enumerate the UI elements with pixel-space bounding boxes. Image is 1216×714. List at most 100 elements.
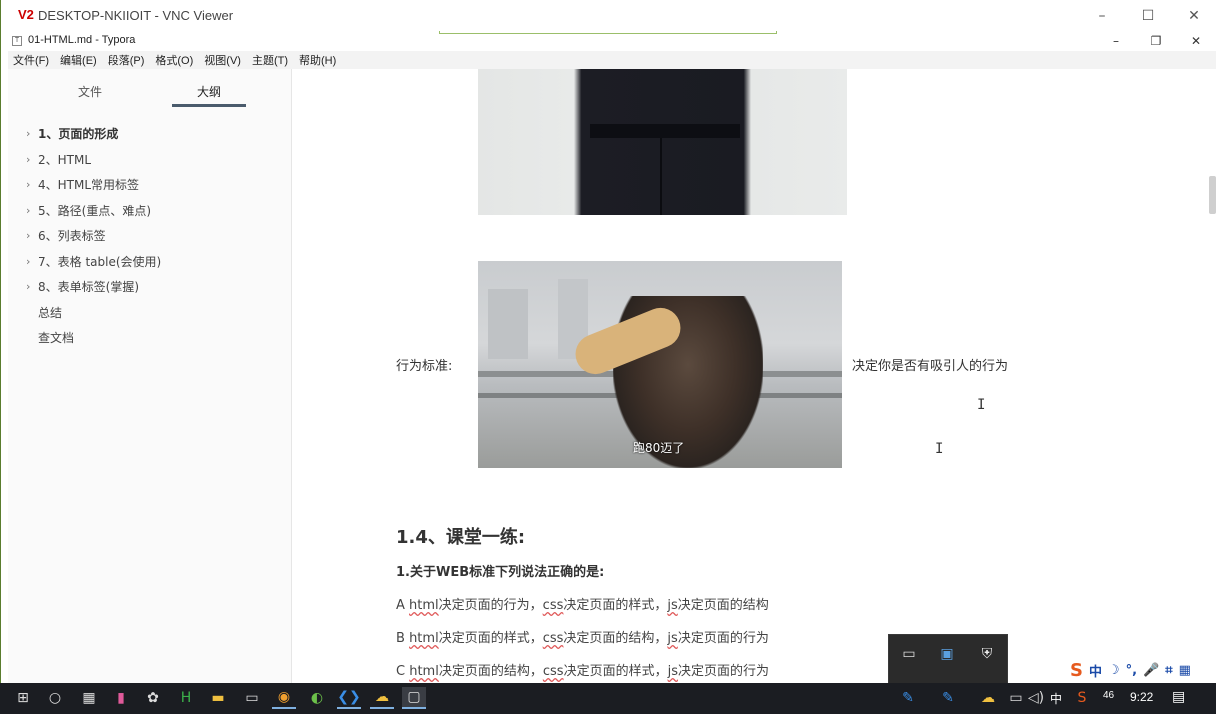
file-explorer-icon[interactable]: ▬	[206, 687, 230, 709]
tray-pen-icon[interactable]: ✎	[936, 687, 960, 709]
chevron-right-icon[interactable]: ›	[26, 127, 30, 140]
option-text: 决定页面的行为，	[438, 598, 543, 613]
cortana-search-icon[interactable]: ○	[43, 687, 67, 709]
option-prefix: A	[396, 598, 410, 613]
vnc-window-title: DESKTOP-NKIIOIT - VNC Viewer	[38, 8, 234, 23]
typora-close-button[interactable]: ✕	[1176, 31, 1216, 51]
typora-window-title: 01-HTML.md - Typora	[28, 34, 136, 46]
quiz-option-b: B html决定页面的样式，css决定页面的结构，js决定页面的行为	[396, 627, 769, 646]
menu-edit[interactable]: 编辑(E)	[60, 52, 97, 68]
tray-weather-icon[interactable]: ☁	[976, 687, 1000, 709]
chevron-right-icon[interactable]: ›	[26, 153, 30, 166]
taskbar: ⊞ ○ ▦ ▮ ✿ H ▬ ▭ ◉ ◐ ❮❯ ☁ ▢ ✎ ✎ ☁ ▭ ◁) 中 …	[0, 683, 1216, 714]
typora-titlebar[interactable]: T 01-HTML.md - Typora – ❐ ✕	[8, 31, 1216, 51]
punctuation-icon[interactable]: °,	[1126, 663, 1137, 678]
outline-item[interactable]: › 1、页面的形成	[8, 121, 292, 147]
tab-files[interactable]: 文件	[78, 83, 102, 100]
option-text: 决定页面的样式，	[438, 631, 543, 646]
scrollbar-thumb[interactable]	[1209, 176, 1216, 214]
paint-icon[interactable]: ✿	[141, 687, 165, 709]
section-heading: 1.4、课堂一练:	[396, 527, 526, 548]
behavior-row: 行为标准: 跑80迈了 决定你是否有吸引人的行为	[293, 261, 1204, 468]
vnc-logo-icon: V2	[18, 7, 34, 22]
input-language-indicator[interactable]: 中	[1050, 690, 1062, 707]
option-text: 决定页面的样式，	[563, 598, 668, 613]
tab-outline[interactable]: 大纲	[197, 83, 221, 100]
quiz-question: 1.关于WEB标准下列说法正确的是:	[396, 565, 605, 580]
vnc-maximize-button[interactable]: ☐	[1125, 0, 1171, 31]
clock[interactable]: 9:22	[1130, 690, 1153, 704]
trouser-seam-shape	[660, 138, 662, 215]
option-text: 决定页面的结构，	[563, 631, 668, 646]
color-app-icon[interactable]: ▮	[109, 687, 133, 709]
outline-item[interactable]: › 4、HTML常用标签	[8, 172, 292, 198]
suit-photo-image	[478, 69, 847, 215]
tray-badge-count[interactable]: 46	[1103, 690, 1114, 701]
windows-start-icon[interactable]: ⊞	[11, 687, 35, 709]
ime-toolbar: S 中 ☽ °, 🎤 ⌗ ▦	[1066, 658, 1216, 682]
outline-item[interactable]: › 6、列表标签	[8, 223, 292, 249]
vnc-titlebar[interactable]: V2 DESKTOP-NKIIOIT - VNC Viewer – ☐ ✕	[1, 0, 1216, 31]
tray-monitor-icon[interactable]: ▭	[899, 645, 919, 663]
editor-scrollbar[interactable]	[1204, 69, 1216, 683]
moon-icon[interactable]: ☽	[1108, 663, 1120, 678]
menu-format[interactable]: 格式(O)	[155, 52, 193, 68]
belt-shape	[590, 124, 740, 138]
typora-restore-button[interactable]: ❐	[1136, 31, 1176, 51]
option-text: 决定页面的样式，	[563, 664, 668, 679]
tray-pen-icon[interactable]: ✎	[896, 687, 920, 709]
chevron-right-icon[interactable]: ›	[26, 255, 30, 268]
chevron-right-icon[interactable]: ›	[26, 204, 30, 217]
volume-icon[interactable]: ◁)	[1024, 687, 1048, 709]
tray-shield-icon[interactable]: ⛨	[977, 645, 997, 663]
sogou-logo-icon[interactable]: S	[1070, 660, 1083, 681]
outline-item[interactable]: › 8、表单标签(掌握)	[8, 274, 292, 300]
menu-view[interactable]: 视图(V)	[204, 52, 241, 68]
chevron-right-icon[interactable]: ›	[26, 178, 30, 191]
building-shape	[488, 289, 528, 359]
crop-icon[interactable]: ⌗	[1165, 663, 1172, 678]
outline-item[interactable]: › 7、表格 table(会使用)	[8, 249, 292, 275]
menu-help[interactable]: 帮助(H)	[299, 52, 336, 68]
microphone-icon[interactable]: 🎤	[1143, 663, 1159, 678]
grid-icon[interactable]: ▦	[1179, 663, 1191, 678]
outline-item[interactable]: › 5、路径(重点、难点)	[8, 198, 292, 224]
outline-item[interactable]: › 2、HTML	[8, 147, 292, 173]
weather-app-icon[interactable]: ☁	[370, 687, 394, 709]
spellcheck-word: js	[667, 598, 678, 613]
outline-item[interactable]: 总结	[8, 300, 292, 326]
gif-caption: 跑80迈了	[633, 441, 685, 455]
option-text: 决定页面的行为	[677, 664, 769, 679]
typora-minimize-button[interactable]: –	[1096, 31, 1136, 51]
sogou-tray-icon[interactable]: S	[1070, 687, 1094, 709]
menu-paragraph[interactable]: 段落(P)	[108, 52, 145, 68]
terminal-icon[interactable]: ▭	[240, 687, 264, 709]
chevron-right-icon[interactable]: ›	[26, 229, 30, 242]
calculator-icon[interactable]: ▦	[77, 687, 101, 709]
ime-mode-button[interactable]: 中	[1089, 661, 1102, 680]
quiz-option-c: C html决定页面的结构，css决定页面的样式，js决定页面的行为	[396, 660, 769, 679]
spellcheck-word: css	[542, 631, 564, 646]
chevron-right-icon[interactable]: ›	[26, 280, 30, 293]
option-prefix: B	[396, 631, 410, 646]
outline-item-label: 2、HTML	[38, 152, 92, 167]
find-bar-edge	[439, 31, 777, 34]
notification-icon[interactable]: ▤	[1172, 688, 1185, 705]
vnc-close-button[interactable]: ✕	[1171, 0, 1216, 31]
hbuilder-icon[interactable]: H	[174, 687, 198, 709]
chrome-icon[interactable]: ◉	[272, 687, 296, 709]
outline-item-label: 8、表单标签(掌握)	[38, 280, 139, 295]
editor-pane[interactable]: 行为标准: 跑80迈了 决定你是否有吸引人的行为 1.4、课堂一练: 1.关于W…	[293, 69, 1204, 683]
typora-taskbar-icon[interactable]: ▢	[402, 687, 426, 709]
text-cursor-icon: I	[935, 441, 944, 457]
menu-theme[interactable]: 主题(T)	[252, 52, 288, 68]
leaf-app-icon[interactable]: ◐	[305, 687, 329, 709]
menu-file[interactable]: 文件(F)	[13, 52, 49, 68]
outline-item[interactable]: 查文档	[8, 325, 292, 351]
option-text: 决定页面的行为	[677, 631, 769, 646]
vnc-window-controls: – ☐ ✕	[1079, 0, 1216, 31]
tray-network-icon[interactable]: ▣	[937, 645, 957, 663]
spellcheck-word: html	[409, 598, 439, 613]
vscode-icon[interactable]: ❮❯	[337, 687, 361, 709]
vnc-minimize-button[interactable]: –	[1079, 0, 1125, 31]
